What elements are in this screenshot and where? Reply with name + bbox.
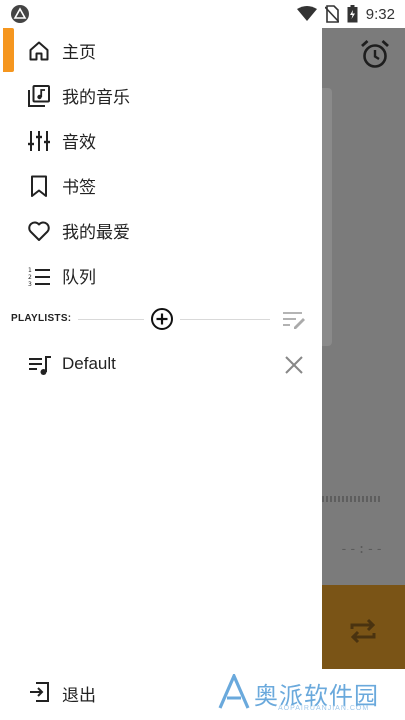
svg-text:1: 1 bbox=[28, 267, 32, 274]
playlist-label: Default bbox=[62, 354, 116, 373]
nav-item-label: 队列 bbox=[62, 268, 96, 288]
exit-icon bbox=[27, 680, 51, 704]
no-sim-icon bbox=[324, 5, 339, 23]
background-waveform bbox=[322, 496, 382, 502]
nav-item-label: 音效 bbox=[62, 133, 96, 153]
nav-item-queue[interactable]: 1 2 3 队列 bbox=[0, 253, 322, 298]
equalizer-icon bbox=[27, 129, 51, 153]
queue-list-icon: 1 2 3 bbox=[27, 264, 51, 288]
status-time: 9:32 bbox=[365, 5, 395, 23]
nav-item-label: 我的最爱 bbox=[62, 223, 130, 243]
watermark-logo-icon bbox=[218, 674, 250, 709]
exit-label: 退出 bbox=[62, 686, 96, 706]
active-indicator bbox=[3, 28, 14, 72]
status-bar: 9:32 bbox=[0, 0, 405, 28]
playlists-header: PLAYLISTS: bbox=[0, 304, 322, 334]
music-library-icon bbox=[27, 84, 51, 108]
edit-playlists-icon[interactable] bbox=[282, 309, 306, 329]
divider bbox=[180, 319, 270, 320]
wifi-icon bbox=[296, 6, 317, 21]
nav-item-sound-effects[interactable]: 音效 bbox=[0, 118, 322, 163]
nav-item-bookmarks[interactable]: 书签 bbox=[0, 163, 322, 208]
playlists-label: PLAYLISTS: bbox=[11, 313, 72, 324]
watermark: 奥派软件园 AOPAIRUANJIAN.COM bbox=[216, 674, 402, 716]
watermark-subtext: AOPAIRUANJIAN.COM bbox=[278, 705, 370, 712]
playlist-item-default[interactable]: Default bbox=[0, 342, 322, 388]
nav-item-label: 书签 bbox=[62, 178, 96, 198]
nav-item-home[interactable]: 主页 bbox=[0, 28, 322, 73]
close-icon[interactable] bbox=[282, 353, 306, 377]
playlist-music-icon bbox=[29, 356, 51, 375]
status-icons: 9:32 bbox=[296, 4, 395, 24]
nav-item-favorites[interactable]: 我的最爱 bbox=[0, 208, 322, 253]
nav-item-my-music[interactable]: 我的音乐 bbox=[0, 73, 322, 118]
add-playlist-icon[interactable] bbox=[150, 307, 174, 331]
nav-item-label: 主页 bbox=[62, 43, 96, 63]
svg-text:2: 2 bbox=[28, 274, 32, 281]
divider bbox=[78, 319, 144, 320]
home-icon bbox=[27, 39, 51, 63]
bookmark-icon bbox=[27, 174, 51, 198]
app-notification-icon bbox=[11, 5, 29, 23]
navigation-drawer: 主页 我的音乐 音效 书签 我的最爱 1 2 3 队列 PLAYLISTS: D… bbox=[0, 28, 322, 720]
svg-text:3: 3 bbox=[28, 281, 32, 288]
alarm-clock-icon[interactable] bbox=[359, 38, 391, 70]
nav-item-label: 我的音乐 bbox=[62, 88, 130, 108]
heart-icon bbox=[27, 219, 51, 243]
repeat-icon[interactable] bbox=[346, 614, 380, 648]
battery-icon bbox=[347, 5, 358, 23]
background-time-readout: --:-- bbox=[340, 542, 385, 557]
